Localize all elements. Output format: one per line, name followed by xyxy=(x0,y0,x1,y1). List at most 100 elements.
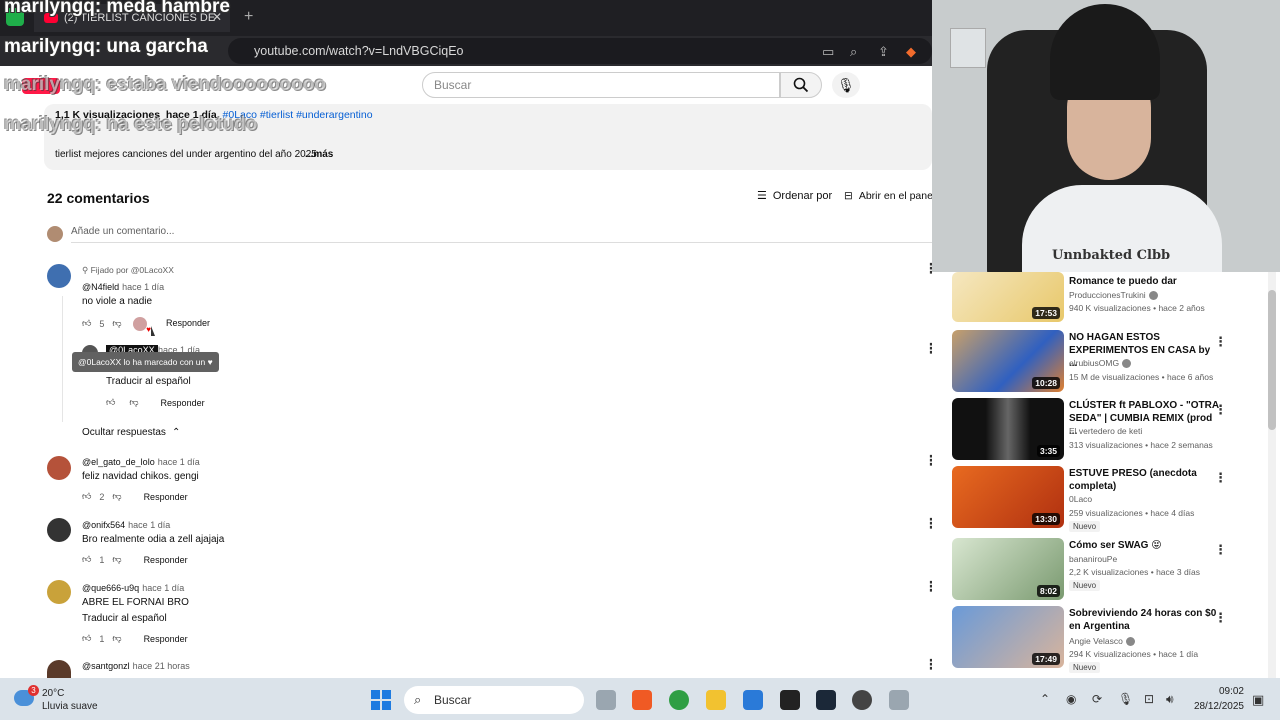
sync-icon[interactable]: ⟳ xyxy=(1092,692,1102,706)
clock[interactable]: 09:02 xyxy=(1204,686,1244,697)
zoom-icon[interactable]: ⌕ xyxy=(850,44,857,60)
reply-button[interactable]: Responder xyxy=(161,398,205,408)
reply-button[interactable]: Responder xyxy=(144,492,188,502)
search-input[interactable]: Buscar xyxy=(422,72,780,98)
reply-button[interactable]: Responder xyxy=(166,318,210,328)
microphone-icon[interactable]: 🎙 xyxy=(832,72,860,98)
dislike-icon[interactable]: 👎︎ xyxy=(112,318,121,329)
author-name[interactable]: @santgonzl xyxy=(82,661,130,671)
show-more-link[interactable]: ...más xyxy=(305,149,333,160)
dislike-icon[interactable]: 👎︎ xyxy=(112,633,121,644)
like-icon[interactable]: 👍︎ xyxy=(82,633,91,644)
creator-heart-icon[interactable] xyxy=(133,317,151,334)
notification-icon[interactable]: ▣ xyxy=(1252,692,1264,708)
microphone-icon[interactable]: 🎙 xyxy=(1118,692,1133,706)
temperature[interactable]: 20°C xyxy=(42,688,64,699)
brave-shield-icon[interactable]: ◆ xyxy=(906,44,916,60)
translate-link[interactable]: Traducir al español xyxy=(82,613,167,624)
more-actions-icon[interactable]: ⋮ xyxy=(1214,334,1227,350)
avatar[interactable] xyxy=(47,660,71,678)
network-icon[interactable]: ⊡ xyxy=(1144,692,1154,706)
comment-time[interactable]: hace 21 horas xyxy=(133,661,190,671)
obs-icon[interactable] xyxy=(852,690,872,710)
video-thumbnail[interactable]: 17:53 xyxy=(952,272,1064,322)
avatar[interactable] xyxy=(47,456,71,480)
dislike-icon[interactable]: 👎︎ xyxy=(112,554,121,565)
comment-author[interactable]: @onifx564 hace 1 día xyxy=(82,520,170,530)
comment-author[interactable]: @que666-u9q hace 1 día xyxy=(82,583,184,593)
channel-link[interactable]: elrubiusOMG xyxy=(1069,358,1119,368)
sort-button[interactable]: ☰ Ordenar por xyxy=(757,189,832,203)
avatar[interactable] xyxy=(47,580,71,604)
weather-condition[interactable]: Lluvia suave xyxy=(42,701,98,712)
comment-author[interactable]: @el_gato_de_lolo hace 1 día xyxy=(82,457,200,467)
video-title[interactable]: Sobreviviendo 24 horas con $0 en Argenti… xyxy=(1069,607,1219,633)
recommendation-item[interactable]: 17:49 Sobreviviendo 24 horas con $0 en A… xyxy=(952,606,1252,673)
brave-browser-icon[interactable] xyxy=(632,690,652,710)
video-thumbnail[interactable]: 17:49 xyxy=(952,606,1064,668)
new-tab-icon[interactable]: + xyxy=(244,8,253,26)
recommendation-item[interactable]: 3:35 CLÚSTER ft PABLOXO - "OTRA SEDA" | … xyxy=(952,398,1252,460)
translate-link[interactable]: Traducir al español xyxy=(106,376,191,387)
comment-time[interactable]: hace 1 día xyxy=(122,282,164,292)
search-button[interactable] xyxy=(780,72,822,98)
hide-replies-button[interactable]: Ocultar respuestas ⌃ xyxy=(82,427,180,438)
volume-icon[interactable]: 🔊︎ xyxy=(1166,692,1174,707)
recommendation-item[interactable]: 8:02 Cómo ser SWAG 😝 bananirouPe 2,2 K v… xyxy=(952,538,1252,600)
recommendation-item[interactable]: 13:30 ESTUVE PRESO (anecdota completa) 0… xyxy=(952,466,1252,532)
more-actions-icon[interactable]: ⋮ xyxy=(1214,470,1227,486)
more-actions-icon[interactable]: ⋮ xyxy=(1214,542,1227,558)
reply-button[interactable]: Responder xyxy=(144,634,188,644)
like-icon[interactable]: 👍︎ xyxy=(82,491,91,502)
app-icon[interactable] xyxy=(889,690,909,710)
date[interactable]: 28/12/2025 xyxy=(1186,701,1244,712)
like-icon[interactable]: 👍︎ xyxy=(106,397,115,408)
comment-author[interactable]: @santgonzl hace 21 horas xyxy=(82,661,190,671)
share-icon[interactable]: ⇪ xyxy=(878,44,889,60)
video-thumbnail[interactable]: 8:02 xyxy=(952,538,1064,600)
cast-icon[interactable]: ▭ xyxy=(822,44,834,60)
epic-games-icon[interactable] xyxy=(780,690,800,710)
channel-link[interactable]: Angie Velasco xyxy=(1069,636,1123,646)
store-icon[interactable] xyxy=(743,690,763,710)
author-name[interactable]: @el_gato_de_lolo xyxy=(82,457,155,467)
dislike-icon[interactable]: 👎︎ xyxy=(129,397,138,408)
author-name[interactable]: @N4field xyxy=(82,282,119,292)
comment-time[interactable]: hace 1 día xyxy=(128,520,170,530)
video-thumbnail[interactable]: 10:28 xyxy=(952,330,1064,392)
video-thumbnail[interactable]: 13:30 xyxy=(952,466,1064,528)
video-title[interactable]: ESTUVE PRESO (anecdota completa) xyxy=(1069,467,1219,493)
comment-time[interactable]: hace 1 día xyxy=(158,457,200,467)
like-icon[interactable]: 👍︎ xyxy=(82,318,91,329)
task-view-icon[interactable] xyxy=(596,690,616,710)
scrollbar-thumb[interactable] xyxy=(1268,290,1276,430)
discord-icon[interactable]: ◉ xyxy=(1066,692,1076,706)
dislike-icon[interactable]: 👎︎ xyxy=(112,491,121,502)
channel-link[interactable]: bananirouPe xyxy=(1069,554,1117,564)
channel-link[interactable]: El vertedero de keti xyxy=(1069,426,1142,436)
file-explorer-icon[interactable] xyxy=(706,690,726,710)
add-comment-input[interactable]: Añade un comentario... xyxy=(71,226,174,237)
author-name[interactable]: @que666-u9q xyxy=(82,583,139,593)
video-thumbnail[interactable]: 3:35 xyxy=(952,398,1064,460)
like-icon[interactable]: 👍︎ xyxy=(82,554,91,565)
avatar[interactable] xyxy=(47,518,71,542)
recommendation-item[interactable]: 10:28 NO HAGAN ESTOS EXPERIMENTOS EN CAS… xyxy=(952,330,1252,392)
comment-author[interactable]: @N4field hace 1 día xyxy=(82,282,164,292)
video-title[interactable]: Romance te puedo dar xyxy=(1069,275,1219,288)
chevron-up-icon[interactable]: ⌃ xyxy=(1040,692,1050,706)
taskbar-search[interactable]: ⌕ Buscar xyxy=(404,686,584,714)
recommendation-item[interactable]: 17:53 Romance te puedo dar ProduccionesT… xyxy=(952,272,1252,334)
avatar[interactable] xyxy=(47,264,71,288)
author-name[interactable]: @onifx564 xyxy=(82,520,125,530)
comment-time[interactable]: hace 1 día xyxy=(142,583,184,593)
start-button[interactable] xyxy=(371,690,391,710)
more-actions-icon[interactable]: ⋮ xyxy=(1214,610,1227,626)
more-actions-icon[interactable]: ⋮ xyxy=(1214,402,1227,418)
channel-link[interactable]: ProduccionesTrukini xyxy=(1069,290,1146,300)
chrome-icon[interactable] xyxy=(669,690,689,710)
open-panel-button[interactable]: ⊟ Abrir en el panel xyxy=(844,190,935,202)
video-title[interactable]: Cómo ser SWAG 😝 xyxy=(1069,539,1219,552)
steam-icon[interactable] xyxy=(816,690,836,710)
reply-button[interactable]: Responder xyxy=(144,555,188,565)
